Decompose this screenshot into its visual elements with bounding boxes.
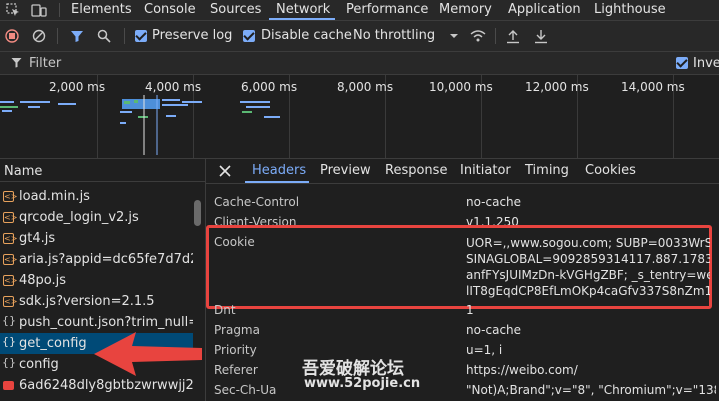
network-conditions-icon[interactable] <box>469 28 487 44</box>
tab-sources[interactable]: Sources <box>210 0 261 20</box>
throttling-select[interactable]: No throttling <box>353 28 435 43</box>
name-column-header[interactable]: Name <box>4 164 42 179</box>
request-name: gt4.js <box>19 231 56 246</box>
request-row[interactable]: <> aria.js?appid=dc65fe7d7d2... <box>0 249 193 270</box>
xhr-braces-icon: {} <box>2 356 16 369</box>
cookie-line: anfFYsJUIMzDn-kVGHgZBF; _s_tentry=weib <box>466 268 710 282</box>
request-name: qrcode_login_v2.js <box>19 210 139 225</box>
cookie-value: UOR=,,www.sogou.com; SUBP=0033WrSXq SINA… <box>466 235 710 299</box>
tab-application[interactable]: Application <box>508 0 581 20</box>
header-value: 1 <box>466 303 474 317</box>
request-name: config <box>19 357 59 372</box>
disable-cache-checkbox[interactable] <box>243 30 255 42</box>
header-key: Cache-Control <box>214 195 300 209</box>
header-key: Priority <box>214 343 257 357</box>
tab-preview[interactable]: Preview <box>320 163 371 178</box>
record-stop-icon[interactable] <box>5 29 19 43</box>
invert-label: Inver <box>693 56 719 71</box>
cookie-line: SINAGLOBAL=9092859314117.887.1783319 <box>466 252 710 266</box>
timeline-label: 14,000 ms <box>621 80 685 94</box>
cookie-line: lIT8gEqdCP8EfLmOKp4caGfv337S8nZm1m <box>466 284 710 298</box>
export-har-icon[interactable] <box>534 28 548 44</box>
script-file-icon: <> <box>3 212 18 223</box>
request-row[interactable]: <> gt4.js <box>0 228 193 249</box>
request-name: load.min.js <box>19 189 90 204</box>
tab-response[interactable]: Response <box>385 163 447 178</box>
header-value: no-cache <box>466 195 522 209</box>
image-file-icon <box>3 381 14 390</box>
header-value: "Not)A;Brand";v="8", "Chromium";v="138" <box>466 383 716 397</box>
xhr-braces-icon: {} <box>2 335 16 348</box>
filter-bar <box>0 52 719 75</box>
divider <box>206 183 719 184</box>
active-tab-indicator <box>269 18 335 20</box>
script-file-icon: <> <box>3 296 18 307</box>
tab-network[interactable]: Network <box>276 0 330 20</box>
disable-cache-label: Disable cache <box>261 28 352 43</box>
request-row[interactable]: <> qrcode_login_v2.js <box>0 207 193 228</box>
timeline-label: 4,000 ms <box>145 80 202 94</box>
divider <box>57 28 58 44</box>
cookie-line: UOR=,,www.sogou.com; SUBP=0033WrSXq <box>466 236 710 250</box>
timeline-label: 12,000 ms <box>525 80 589 94</box>
tab-memory[interactable]: Memory <box>439 0 492 20</box>
script-file-icon: <> <box>3 275 18 286</box>
header-value: https://weibo.com/ <box>466 363 578 377</box>
divider <box>124 28 125 44</box>
tab-initiator[interactable]: Initiator <box>460 163 511 178</box>
timeline-label: 10,000 ms <box>429 80 493 94</box>
header-value: no-cache <box>466 323 522 337</box>
invert-checkbox[interactable] <box>676 57 688 69</box>
clear-icon[interactable] <box>32 29 46 43</box>
request-name: sdk.js?version=2.1.5 <box>19 294 155 309</box>
header-key: Dnt <box>214 303 236 317</box>
divider <box>59 3 60 17</box>
filter-input[interactable]: Filter <box>29 56 61 71</box>
header-key: Cookie <box>214 235 255 249</box>
device-toolbar-icon[interactable] <box>31 3 47 17</box>
watermark-url: www.52pojie.cn <box>304 376 421 391</box>
divider <box>0 181 205 182</box>
header-key: Pragma <box>214 323 260 337</box>
request-name: 48po.js <box>19 273 67 288</box>
request-row[interactable]: <> 48po.js <box>0 270 193 291</box>
tab-elements[interactable]: Elements <box>71 0 132 20</box>
inspect-element-icon[interactable] <box>6 3 20 17</box>
search-icon[interactable] <box>97 29 111 43</box>
timeline-label: 2,000 ms <box>49 80 106 94</box>
header-key: Sec-Ch-Ua <box>214 383 277 397</box>
request-name: get_config <box>19 336 87 351</box>
xhr-braces-icon: {} <box>2 314 16 327</box>
tab-performance[interactable]: Performance <box>346 0 428 20</box>
divider <box>495 28 496 44</box>
chevron-down-icon[interactable] <box>449 32 459 40</box>
close-icon[interactable] <box>219 165 231 177</box>
script-file-icon: <> <box>3 191 18 202</box>
header-value: u=1, i <box>466 343 503 357</box>
preserve-log-checkbox[interactable] <box>135 30 147 42</box>
tab-console[interactable]: Console <box>144 0 196 20</box>
timeline-label: 6,000 ms <box>241 80 298 94</box>
tab-timing[interactable]: Timing <box>525 163 569 178</box>
tab-cookies[interactable]: Cookies <box>585 163 636 178</box>
waterfall-overview-bars <box>0 95 280 155</box>
script-file-icon: <> <box>3 254 18 265</box>
tab-lighthouse[interactable]: Lighthouse <box>594 0 666 20</box>
tab-headers[interactable]: Headers <box>252 163 306 178</box>
import-har-icon[interactable] <box>506 28 520 44</box>
request-row[interactable]: <> load.min.js <box>0 186 193 207</box>
timeline-label: 8,000 ms <box>337 80 394 94</box>
request-row[interactable]: <> sdk.js?version=2.1.5 <box>0 291 193 312</box>
preserve-log-label: Preserve log <box>152 28 233 43</box>
filter-icon <box>11 58 22 68</box>
header-key: Referer <box>214 363 258 377</box>
request-name: aria.js?appid=dc65fe7d7d2... <box>19 252 193 267</box>
filter-funnel-icon[interactable] <box>70 29 84 43</box>
request-list-scrollbar[interactable] <box>194 200 201 226</box>
script-file-icon: <> <box>3 233 18 244</box>
annotation-arrow <box>94 332 202 376</box>
